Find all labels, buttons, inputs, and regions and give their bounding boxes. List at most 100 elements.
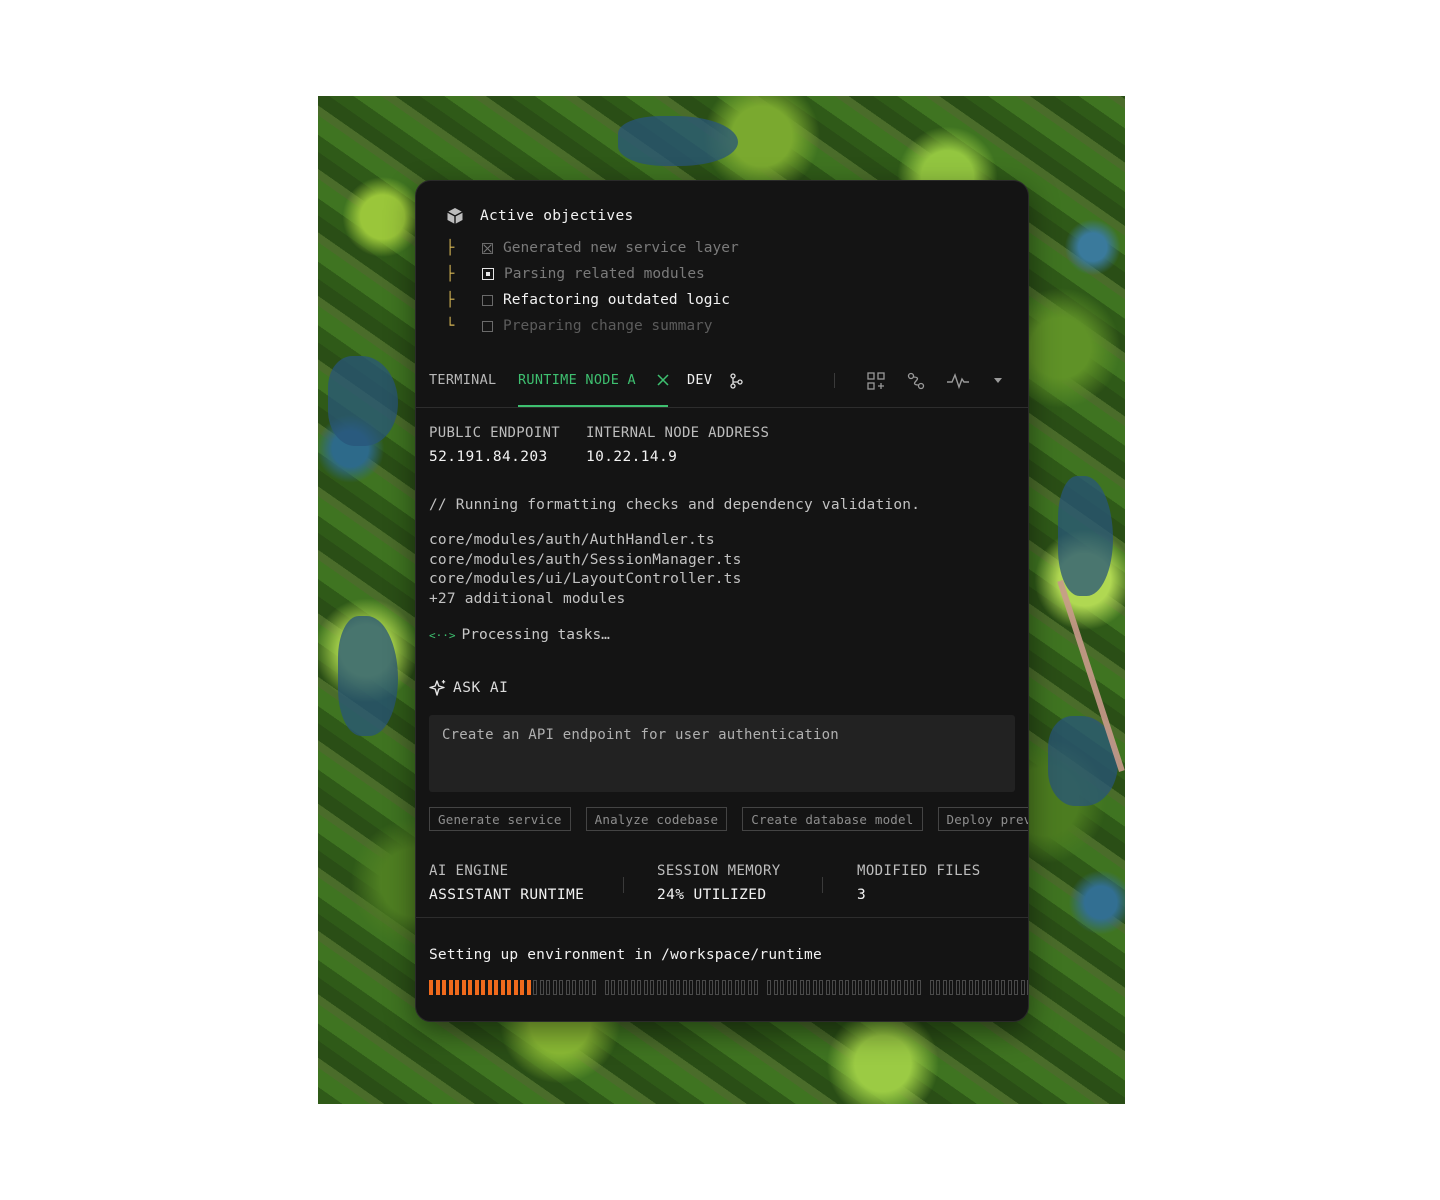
session-memory-value: 24% UTILIZED	[657, 887, 767, 903]
session-memory-stat: SESSION MEMORY 24% UTILIZED	[657, 863, 781, 903]
progress-segment-filled	[494, 980, 498, 995]
progress-segment-empty	[981, 980, 986, 995]
session-memory-label: SESSION MEMORY	[657, 863, 781, 879]
progress-segment-filled	[455, 980, 459, 995]
file-path: core/modules/auth/SessionManager.ts	[429, 551, 742, 568]
done-checkbox-icon	[482, 242, 493, 254]
progress-segment-empty	[962, 980, 966, 995]
route-icon[interactable]	[906, 371, 926, 391]
empty-checkbox-icon	[482, 320, 493, 332]
progress-segment-empty	[578, 980, 583, 995]
progress-segment-empty	[812, 980, 817, 995]
progress-segment-empty	[936, 980, 940, 995]
progress-segment-empty	[903, 980, 908, 995]
progress-segment-filled	[429, 980, 433, 995]
suggestion-chips: Generate service Analyze codebase Create d…	[429, 807, 1028, 831]
environment-progress-bar	[429, 980, 1028, 996]
progress-segment-empty	[1027, 980, 1028, 995]
progress-segment-empty	[988, 980, 992, 995]
progress-segment-empty	[838, 980, 843, 995]
progress-segment-empty	[884, 980, 888, 995]
objectives-title: Active objectives	[480, 208, 634, 224]
tab-dev[interactable]: DEV	[687, 365, 712, 407]
tab-terminal[interactable]: TERMINAL	[429, 365, 496, 407]
progress-segment-filled	[474, 980, 479, 995]
objective-text: Refactoring outdated logic	[503, 292, 730, 308]
stat-divider	[623, 877, 624, 893]
internal-node-address: INTERNAL NODE ADDRESS 10.22.14.9	[586, 425, 769, 465]
terminal-output: PUBLIC ENDPOINT 52.191.84.203 INTERNAL N…	[429, 425, 1019, 643]
progress-segment-empty	[565, 980, 570, 995]
package-icon	[447, 208, 463, 224]
progress-segment-empty	[780, 980, 784, 995]
progress-segment-filled	[507, 980, 511, 995]
prompt-input[interactable]: Create an API endpoint for user authenti…	[429, 715, 1015, 792]
modified-files-stat: MODIFIED FILES 3	[857, 863, 981, 903]
progress-segment-empty	[656, 980, 661, 995]
progress-segment-filled	[500, 980, 505, 995]
processing-text: Processing tasks…	[461, 627, 610, 643]
progress-gap	[598, 980, 602, 995]
progress-segment-filled	[487, 980, 492, 995]
progress-segment-empty	[890, 980, 895, 995]
suggestion-chip[interactable]: Deploy preview	[937, 807, 1028, 831]
objective-text: Preparing change summary	[503, 318, 713, 334]
empty-checkbox-icon	[482, 294, 493, 306]
progress-segment-empty	[604, 980, 609, 995]
progress-segment-empty	[728, 980, 732, 995]
progress-segment-empty	[877, 980, 882, 995]
suggestion-chip[interactable]: Create database model	[742, 807, 923, 831]
tree-branch-icon: ├	[446, 240, 455, 256]
public-endpoint-label: PUBLIC ENDPOINT	[429, 425, 560, 441]
tree-end-branch-icon: └	[446, 318, 455, 334]
progress-segment-empty	[682, 980, 687, 995]
progress-segment-empty	[773, 980, 778, 995]
suggestion-chip[interactable]: Analyze codebase	[585, 807, 728, 831]
tab-runtime-node-a[interactable]: RUNTIME NODE A	[518, 365, 636, 407]
progress-segment-empty	[676, 980, 680, 995]
progress-segment-filled	[468, 980, 472, 995]
prompt-text: Create an API endpoint for user authenti…	[442, 727, 839, 743]
progress-segment-empty	[910, 980, 914, 995]
active-tab-indicator	[518, 405, 668, 407]
progress-segment-filled	[481, 980, 485, 995]
ai-engine-label: AI ENGINE	[429, 863, 509, 879]
log-comment: // Running formatting checks and depende…	[429, 497, 921, 513]
grid-add-icon[interactable]	[866, 371, 886, 391]
chevron-down-icon[interactable]	[993, 375, 1003, 385]
progress-segment-empty	[864, 980, 869, 995]
progress-segment-empty	[552, 980, 557, 995]
progress-segment-empty	[825, 980, 830, 995]
progress-segment-empty	[591, 980, 596, 995]
objective-item: ├ Refactoring outdated logic	[446, 287, 1006, 313]
progress-segment-empty	[663, 980, 667, 995]
progress-segment-filled	[461, 980, 466, 995]
progress-segment-filled	[526, 980, 531, 995]
tree-branch-icon: ├	[446, 292, 455, 308]
ai-engine-stat: AI ENGINE ASSISTANT RUNTIME	[429, 863, 584, 903]
active-objectives-section: Active objectives ├ Generated new servic…	[446, 207, 1006, 339]
progress-segment-empty	[689, 980, 693, 995]
suggestion-chip[interactable]: Generate service	[429, 807, 571, 831]
progress-segment-filled	[448, 980, 453, 995]
progress-segment-filled	[435, 980, 440, 995]
progress-segment-empty	[611, 980, 615, 995]
progress-segment-empty	[994, 980, 999, 995]
internal-address-label: INTERNAL NODE ADDRESS	[585, 425, 770, 441]
activity-icon[interactable]	[946, 371, 970, 391]
processing-status: <··> Processing tasks…	[429, 627, 1019, 643]
progress-segment-empty	[793, 980, 797, 995]
progress-segment-empty	[955, 980, 960, 995]
objectives-header: Active objectives	[446, 207, 1006, 225]
progress-segment-empty	[916, 980, 921, 995]
progress-segment-empty	[1007, 980, 1012, 995]
progress-segment-empty	[871, 980, 875, 995]
git-branch-icon[interactable]	[729, 373, 743, 389]
progress-segment-empty	[845, 980, 849, 995]
status-bar: AI ENGINE ASSISTANT RUNTIME SESSION MEMO…	[416, 853, 1028, 918]
file-path: core/modules/ui/LayoutController.ts	[429, 571, 742, 587]
progress-segment-empty	[1020, 980, 1025, 995]
progress-segment-empty	[702, 980, 706, 995]
progress-segment-empty	[799, 980, 804, 995]
close-icon[interactable]	[656, 373, 670, 387]
